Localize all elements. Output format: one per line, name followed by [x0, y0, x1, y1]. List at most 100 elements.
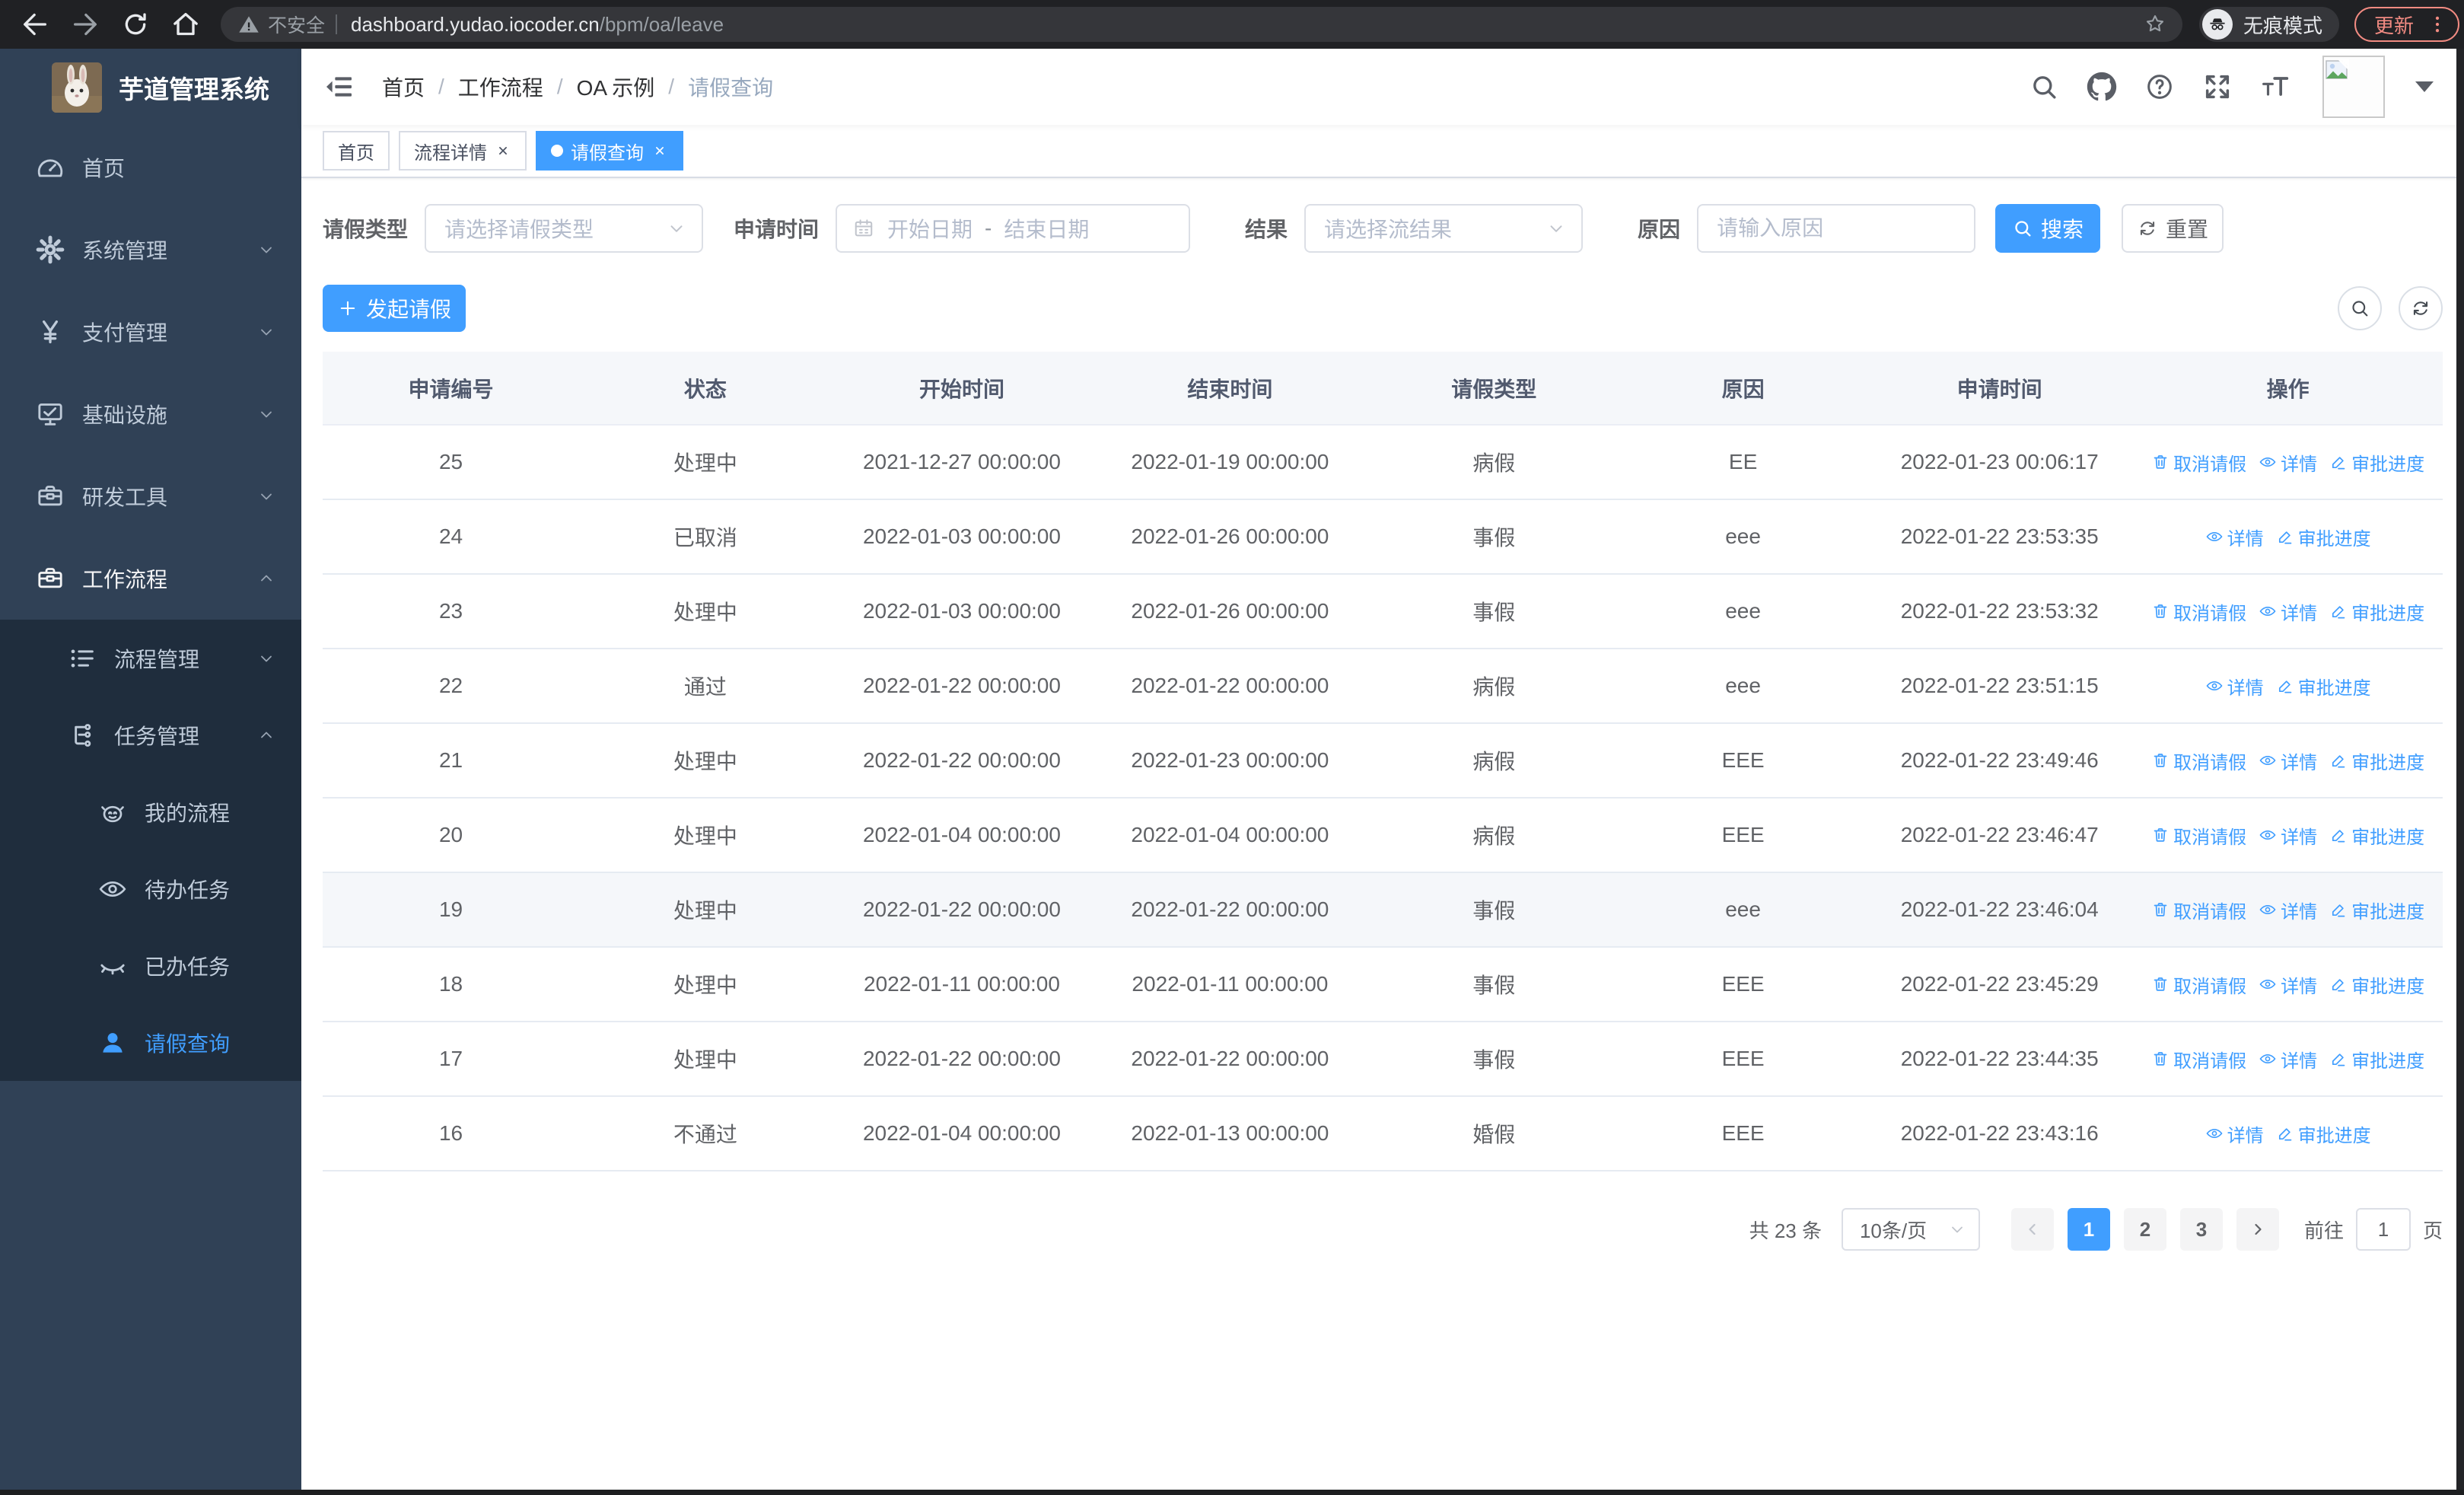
cell-start: 2021-12-27 00:00:00: [831, 425, 1093, 500]
result-select[interactable]: 请选择流结果: [1304, 204, 1584, 253]
tab-首页[interactable]: 首页: [323, 131, 390, 171]
action-label: 取消请假: [2173, 454, 2247, 475]
detail-action-link[interactable]: 详情: [2259, 971, 2317, 998]
cancel-action-link[interactable]: 取消请假: [2151, 598, 2246, 625]
progress-action-link[interactable]: 审批进度: [2329, 822, 2424, 849]
detail-action-link[interactable]: 详情: [2259, 748, 2317, 774]
address-bar[interactable]: 不安全 dashboard.yudao.iocoder.cn/bpm/oa/le…: [221, 7, 2182, 42]
cancel-action-link[interactable]: 取消请假: [2151, 822, 2246, 849]
progress-action-link[interactable]: 审批进度: [2329, 598, 2424, 625]
sidebar-fold-icon[interactable]: [324, 72, 355, 102]
avatar-caret-icon[interactable]: [2415, 81, 2434, 92]
sidebar-item-workflow[interactable]: 工作流程: [0, 537, 301, 620]
progress-action-link[interactable]: 审批进度: [2276, 673, 2371, 700]
next-page-button[interactable]: [2236, 1208, 2279, 1251]
page-size-select[interactable]: 10条/页: [1841, 1208, 1980, 1251]
detail-action-link[interactable]: 详情: [2259, 822, 2317, 849]
sidebar-item-infrastructure[interactable]: 基础设施: [0, 373, 301, 455]
start-date-placeholder: 开始日期: [887, 218, 973, 241]
goto-page-input[interactable]: [2355, 1208, 2411, 1251]
sidebar-item-todo-tasks[interactable]: 待办任务: [0, 850, 301, 927]
avatar[interactable]: [2322, 56, 2385, 118]
browser-back-button[interactable]: [20, 9, 50, 40]
cancel-action-link[interactable]: 取消请假: [2151, 897, 2246, 923]
cancel-action-link[interactable]: 取消请假: [2151, 971, 2246, 998]
detail-action-link[interactable]: 详情: [2205, 1120, 2264, 1147]
close-icon[interactable]: [495, 142, 511, 159]
cell-applied: 2022-01-22 23:44:35: [1866, 1022, 2134, 1097]
close-icon[interactable]: [651, 142, 668, 159]
sidebar-item-payment-mgmt[interactable]: 支付管理: [0, 291, 301, 373]
progress-action-link[interactable]: 审批进度: [2329, 1046, 2424, 1073]
app-logo[interactable]: 芋道管理系统: [0, 49, 301, 126]
page-button-3[interactable]: 3: [2179, 1208, 2223, 1251]
tab-流程详情[interactable]: 流程详情: [399, 131, 527, 171]
detail-action-link[interactable]: 详情: [2259, 897, 2317, 923]
fullscreen-icon[interactable]: [2202, 72, 2233, 102]
action-label: 详情: [2281, 454, 2318, 475]
cancel-action-link[interactable]: 取消请假: [2151, 449, 2246, 476]
leave-type-select[interactable]: 请选择请假类型: [425, 204, 704, 253]
refresh-table-button[interactable]: [2399, 286, 2443, 330]
progress-action-link[interactable]: 审批进度: [2329, 449, 2424, 476]
sidebar-item-label: 工作流程: [82, 568, 168, 591]
sidebar-item-my-process[interactable]: 我的流程: [0, 773, 301, 850]
progress-action-link[interactable]: 审批进度: [2329, 897, 2424, 923]
browser-menu-icon[interactable]: [2426, 13, 2449, 36]
cancel-action-link[interactable]: 取消请假: [2151, 1046, 2246, 1073]
edit-icon: [2329, 453, 2348, 471]
sidebar-item-dev-tools[interactable]: 研发工具: [0, 455, 301, 537]
sidebar-item-process-mgmt[interactable]: 流程管理: [0, 620, 301, 696]
browser-reload-button[interactable]: [120, 9, 151, 40]
table-row: 23 处理中 2022-01-03 00:00:00 2022-01-26 00:00…: [323, 574, 2443, 649]
reason-input[interactable]: [1697, 204, 1976, 253]
update-label[interactable]: 更新: [2374, 11, 2414, 39]
breadcrumb-item[interactable]: OA 示例: [577, 72, 655, 102]
breadcrumb-item[interactable]: 首页: [382, 72, 425, 102]
progress-action-link[interactable]: 审批进度: [2276, 524, 2371, 550]
action-label: 详情: [2227, 528, 2264, 550]
page-button-1[interactable]: 1: [2067, 1208, 2110, 1251]
cell-status: 通过: [579, 649, 832, 724]
sidebar-item-leave-query[interactable]: 请假查询: [0, 1004, 301, 1081]
cell-end: 2022-01-22 00:00:00: [1092, 872, 1368, 948]
browser-update-button[interactable]: 更新: [2354, 7, 2460, 42]
font-size-icon[interactable]: [2260, 72, 2291, 102]
sidebar-item-done-tasks[interactable]: 已办任务: [0, 927, 301, 1004]
logo-image: [52, 62, 102, 113]
page-button-2[interactable]: 2: [2123, 1208, 2166, 1251]
detail-action-link[interactable]: 详情: [2205, 524, 2264, 550]
detail-action-link[interactable]: 详情: [2259, 598, 2317, 625]
action-label: 详情: [2281, 901, 2318, 923]
search-button[interactable]: 搜索: [1995, 204, 2101, 253]
detail-action-link[interactable]: 详情: [2259, 449, 2317, 476]
sidebar-item-home[interactable]: 首页: [0, 126, 301, 209]
tab-请假查询[interactable]: 请假查询: [536, 131, 683, 171]
sidebar-item-task-mgmt[interactable]: 任务管理: [0, 696, 301, 773]
bookmark-star-icon[interactable]: [2143, 12, 2167, 37]
create-leave-button[interactable]: 发起请假: [323, 285, 466, 332]
progress-action-link[interactable]: 审批进度: [2329, 971, 2424, 998]
search-icon[interactable]: [2029, 72, 2059, 102]
progress-action-link[interactable]: 审批进度: [2276, 1120, 2371, 1147]
sidebar-item-system-mgmt[interactable]: 系统管理: [0, 209, 301, 291]
toggle-search-button[interactable]: [2338, 286, 2382, 330]
security-label[interactable]: 不安全: [268, 11, 325, 38]
edit-icon: [2276, 1124, 2294, 1143]
edit-icon: [2329, 1050, 2348, 1068]
browser-home-button[interactable]: [170, 9, 201, 40]
apply-time-range-picker[interactable]: 开始日期 - 结束日期: [836, 204, 1191, 253]
detail-action-link[interactable]: 详情: [2205, 673, 2264, 700]
cancel-action-link[interactable]: 取消请假: [2151, 748, 2246, 774]
browser-forward-button[interactable]: [70, 9, 100, 40]
url-path: /bpm/oa/leave: [599, 12, 724, 36]
progress-action-link[interactable]: 审批进度: [2329, 748, 2424, 774]
help-icon[interactable]: [2144, 72, 2175, 102]
prev-page-button[interactable]: [2010, 1208, 2054, 1251]
reset-button[interactable]: 重置: [2122, 204, 2224, 253]
github-icon[interactable]: [2087, 72, 2117, 102]
cell-actions: 取消请假 详情 审批进度: [2133, 723, 2443, 799]
breadcrumb-item[interactable]: 工作流程: [458, 72, 543, 102]
detail-action-link[interactable]: 详情: [2259, 1046, 2317, 1073]
cell-reason: EEE: [1620, 1096, 1867, 1171]
